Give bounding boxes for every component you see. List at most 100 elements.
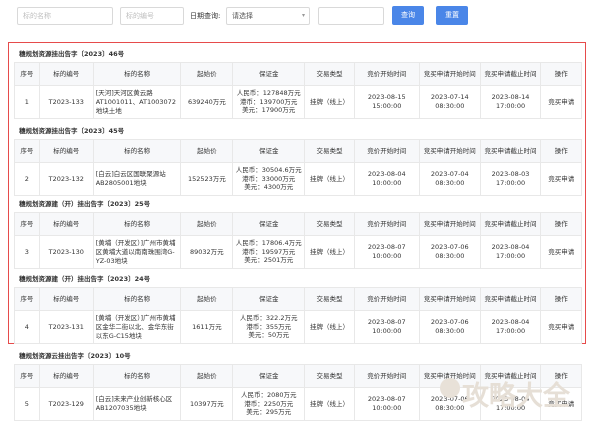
column-header: 序号 bbox=[14, 139, 40, 163]
apply-end-time-line: 17:00:00 bbox=[495, 102, 526, 110]
name-search-input[interactable]: 标的名称 bbox=[17, 7, 113, 25]
reset-button[interactable]: 重置 bbox=[436, 6, 468, 25]
lot-table: 序号 标的编号 标的名称 起始价 保证金 交易类型 竞价开始时间 竞买申请开始时间 竞买申请截止… bbox=[14, 139, 582, 196]
deposit: 人民币：127848万元 港币：139700万元 美元：17900万元 bbox=[232, 85, 306, 119]
column-header: 序号 bbox=[14, 212, 40, 236]
row-number: 5 bbox=[14, 387, 40, 421]
column-header: 标的名称 bbox=[92, 212, 182, 236]
column-header: 标的名称 bbox=[92, 139, 182, 163]
deposit-line: 美元：17900万元 bbox=[242, 106, 296, 115]
apply-start-time-line: 2023-07-06 bbox=[430, 318, 469, 326]
apply-start-time: 2023-07-06 08:30:00 bbox=[418, 235, 481, 269]
apply-bid-link[interactable]: 竞买申请 bbox=[540, 85, 582, 119]
lot-name-link[interactable]: [白云]未来产业创新核心区AB1207035地块 bbox=[92, 387, 182, 421]
column-header: 交易类型 bbox=[304, 287, 355, 311]
column-header: 交易类型 bbox=[304, 62, 355, 86]
lot-name-link[interactable]: [天河]天河区黄云路AT1001011、AT1003072地块土地 bbox=[92, 85, 182, 119]
deposit-line: 港币：33000万元 bbox=[242, 174, 296, 183]
start-price: 639240万元 bbox=[180, 85, 234, 119]
column-header: 竞价开始时间 bbox=[353, 287, 420, 311]
apply-end-time-line: 2023-08-03 bbox=[491, 170, 530, 178]
column-header: 保证金 bbox=[232, 212, 306, 236]
chevron-down-icon: ▾ bbox=[301, 12, 305, 19]
deposit-line: 人民币：17806.4万元 bbox=[235, 239, 302, 248]
column-header: 标的编号 bbox=[38, 62, 94, 86]
column-header: 竞价开始时间 bbox=[353, 139, 420, 163]
date-query-label: 日期查询: bbox=[190, 12, 221, 20]
apply-bid-link[interactable]: 竞买申请 bbox=[540, 162, 582, 196]
start-price: 1611万元 bbox=[180, 310, 234, 344]
table-row: 1 T2023-133 [天河]天河区黄云路AT1001011、AT1003072地… bbox=[14, 85, 582, 119]
column-header: 标的编号 bbox=[38, 212, 94, 236]
column-header: 标的编号 bbox=[38, 364, 94, 388]
code-search-input[interactable]: 标的编号 bbox=[120, 7, 184, 25]
row-number: 2 bbox=[14, 162, 40, 196]
deposit-line: 美元：295万元 bbox=[246, 408, 292, 417]
column-header: 序号 bbox=[14, 364, 40, 388]
column-header: 标的名称 bbox=[92, 62, 182, 86]
bid-start-time-line: 10:00:00 bbox=[372, 252, 402, 260]
trade-type: 挂牌（线上） bbox=[304, 235, 355, 269]
deposit: 人民币：30504.6万元 港币：33000万元 美元：4300万元 bbox=[232, 162, 306, 196]
apply-end-time-line: 17:00:00 bbox=[495, 327, 526, 335]
column-header: 竞价开始时间 bbox=[353, 62, 420, 86]
lot-code: T2023-129 bbox=[38, 387, 94, 421]
date-select-value: 请选择 bbox=[232, 12, 253, 20]
bid-start-time: 2023-08-07 10:00:00 bbox=[353, 387, 420, 421]
apply-start-time-line: 08:30:00 bbox=[435, 327, 465, 335]
apply-start-time-line: 08:30:00 bbox=[435, 179, 465, 187]
deposit-line: 人民币：2080万元 bbox=[240, 391, 297, 400]
lot-name-link[interactable]: [白云]白云区国联聚源站AB2805001地块 bbox=[92, 162, 182, 196]
apply-start-time-line: 08:30:00 bbox=[435, 252, 465, 260]
column-header: 标的编号 bbox=[38, 287, 94, 311]
column-header: 竞买申请开始时间 bbox=[418, 287, 481, 311]
lot-table: 序号 标的编号 标的名称 起始价 保证金 交易类型 竞价开始时间 竞买申请开始时间 竞买申请截止… bbox=[14, 62, 582, 119]
lot-code: T2023-130 bbox=[38, 235, 94, 269]
apply-bid-link[interactable]: 竞买申请 bbox=[540, 235, 582, 269]
trade-type: 挂牌（线上） bbox=[304, 387, 355, 421]
date-input[interactable] bbox=[318, 7, 384, 25]
lot-name-link[interactable]: [黄埔（开发区）]广州市黄埔区黄埔大道以南南珠围湾G-YZ-03地块 bbox=[92, 235, 182, 269]
watermark-logo-icon bbox=[440, 378, 460, 398]
date-select[interactable]: 请选择 ▾ bbox=[226, 7, 310, 25]
column-header: 交易类型 bbox=[304, 139, 355, 163]
bid-start-time-line: 2023-08-07 bbox=[367, 395, 406, 403]
apply-start-time-line: 08:30:00 bbox=[435, 102, 465, 110]
column-header: 标的名称 bbox=[92, 364, 182, 388]
deposit-line: 人民币：30504.6万元 bbox=[235, 166, 302, 175]
table-row: 3 T2023-130 [黄埔（开发区）]广州市黄埔区黄埔大道以南南珠围湾G-YZ-… bbox=[14, 235, 582, 269]
bid-start-time-line: 10:00:00 bbox=[372, 179, 402, 187]
table-header-row: 序号 标的编号 标的名称 起始价 保证金 交易类型 竞价开始时间 竞买申请开始时间 竞买申请截止… bbox=[14, 62, 582, 86]
column-header: 操作 bbox=[540, 287, 582, 311]
apply-end-time: 2023-08-04 17:00:00 bbox=[479, 235, 542, 269]
bid-start-time-line: 2023-08-04 bbox=[367, 170, 406, 178]
lot-table: 序号 标的编号 标的名称 起始价 保证金 交易类型 竞价开始时间 竞买申请开始时间 竞买申请截止… bbox=[14, 212, 582, 269]
bid-start-time-line: 2023-08-15 bbox=[367, 93, 406, 101]
bid-start-time: 2023-08-15 15:00:00 bbox=[353, 85, 420, 119]
apply-bid-link[interactable]: 竞买申请 bbox=[540, 310, 582, 344]
lot-name-link[interactable]: [黄埔（开发区）]广州市黄埔区金华二街以北、金华东街以东G-C15地块 bbox=[92, 310, 182, 344]
column-header: 保证金 bbox=[232, 364, 306, 388]
search-button[interactable]: 查询 bbox=[392, 6, 424, 25]
apply-start-time: 2023-07-14 08:30:00 bbox=[418, 85, 481, 119]
column-header: 起始价 bbox=[180, 212, 234, 236]
deposit-line: 人民币：322.2万元 bbox=[239, 314, 298, 323]
bid-start-time: 2023-08-07 10:00:00 bbox=[353, 235, 420, 269]
deposit-line: 港币：19597万元 bbox=[242, 247, 296, 256]
apply-start-time: 2023-07-06 08:30:00 bbox=[418, 310, 481, 344]
column-header: 竞买申请开始时间 bbox=[418, 62, 481, 86]
deposit: 人民币：2080万元 港币：2250万元 美元：295万元 bbox=[232, 387, 306, 421]
column-header: 序号 bbox=[14, 287, 40, 311]
column-header: 操作 bbox=[540, 212, 582, 236]
bid-start-time-line: 15:00:00 bbox=[372, 102, 402, 110]
column-header: 竞买申请截止时间 bbox=[479, 287, 542, 311]
column-header: 起始价 bbox=[180, 62, 234, 86]
start-price: 89032万元 bbox=[180, 235, 234, 269]
apply-start-time-line: 2023-07-04 bbox=[430, 170, 469, 178]
table-header-row: 序号 标的编号 标的名称 起始价 保证金 交易类型 竞价开始时间 竞买申请开始时间 竞买申请截止… bbox=[14, 139, 582, 163]
deposit-line: 港币：2250万元 bbox=[244, 399, 294, 408]
lot-code: T2023-131 bbox=[38, 310, 94, 344]
column-header: 操作 bbox=[540, 139, 582, 163]
bid-start-time-line: 10:00:00 bbox=[372, 404, 402, 412]
column-header: 序号 bbox=[14, 62, 40, 86]
